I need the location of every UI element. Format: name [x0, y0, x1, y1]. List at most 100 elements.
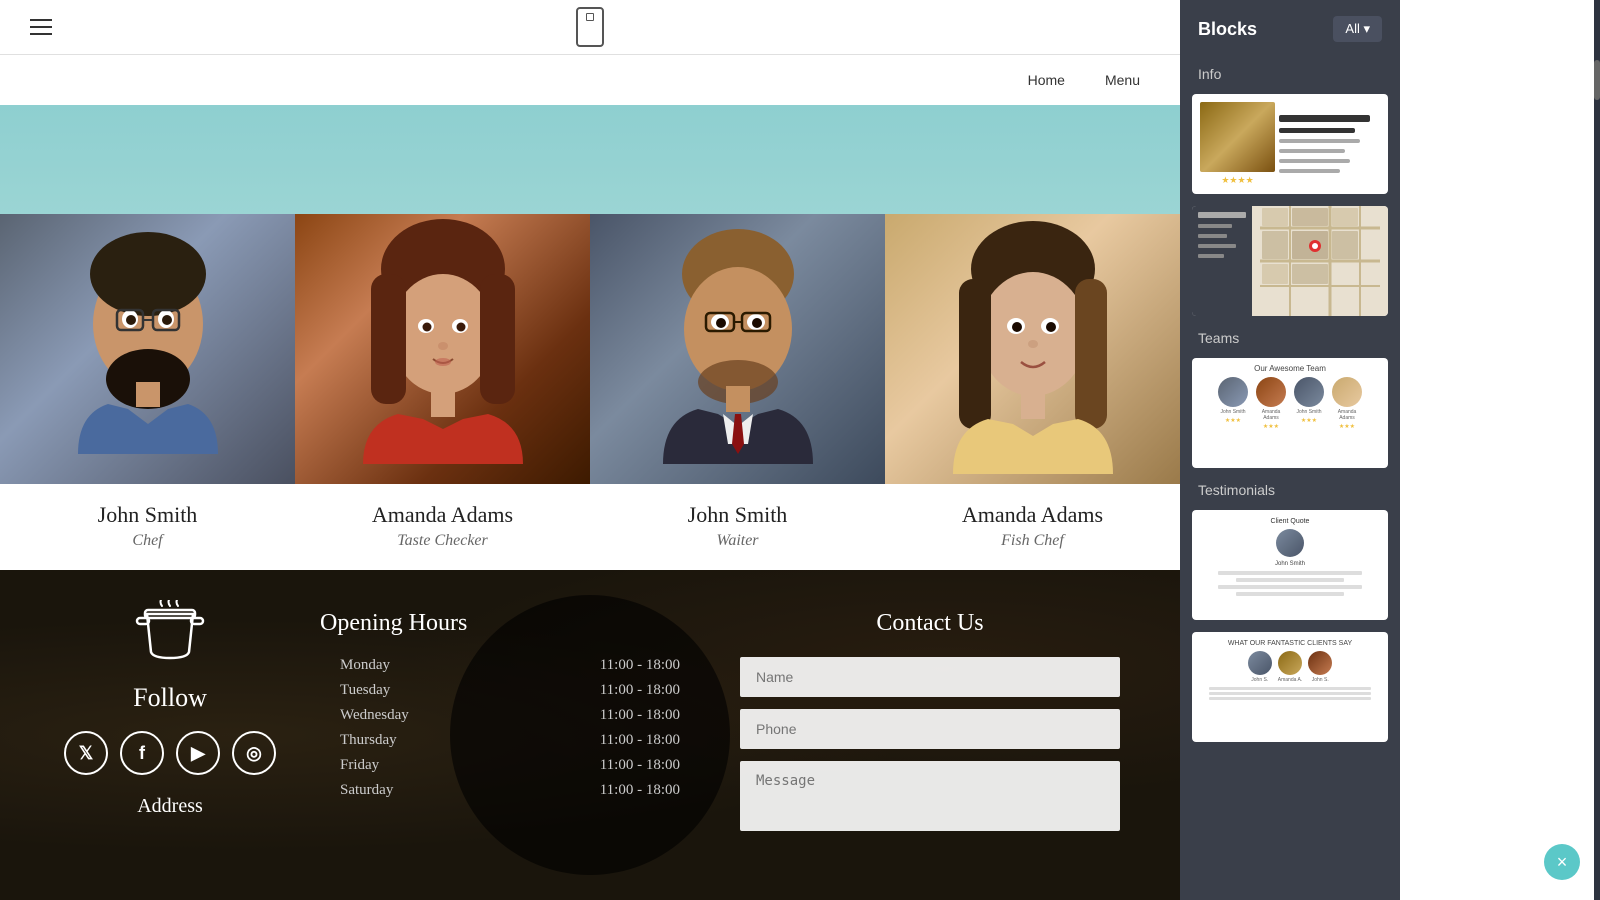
info-block-1-inner: ★★★★	[1192, 94, 1388, 194]
multi-av-circle-1	[1248, 651, 1272, 675]
multi-av-1: John S.	[1248, 651, 1272, 683]
av-circle-2	[1256, 377, 1286, 407]
testimonial-name: John Smith	[1275, 561, 1305, 567]
pot-icon-container	[135, 600, 205, 678]
time-tuesday: 11:00 - 18:00	[600, 682, 680, 699]
hours-row-thursday: Thursday 11:00 - 18:00	[320, 732, 700, 749]
av-circle-1	[1218, 377, 1248, 407]
map-svg	[1252, 206, 1388, 316]
hours-row-monday: Monday 11:00 - 18:00	[320, 657, 700, 674]
testimonial-lines	[1200, 571, 1380, 596]
section-label-testimonials: Testimonials	[1180, 474, 1400, 504]
card-name-amanda-taste: Amanda Adams	[305, 502, 580, 528]
nav-bar: Home Menu	[0, 55, 1180, 105]
multi-avatars-row: John S. Amanda A. John S.	[1200, 651, 1380, 683]
hours-row-saturday: Saturday 11:00 - 18:00	[320, 782, 700, 799]
multi-av-circle-2	[1278, 651, 1302, 675]
team-card-john-chef[interactable]: John Smith Chef	[0, 214, 295, 570]
sidebar-header: Blocks All ▾	[1180, 0, 1400, 58]
multi-lines	[1200, 687, 1380, 700]
mline-2	[1209, 692, 1371, 695]
footer-section: Follow 𝕏 f ▶ ◎ Address Opening Hours Mon…	[0, 570, 1180, 900]
block-info-restaurant[interactable]: ★★★★	[1192, 94, 1388, 194]
block-testimonials-single[interactable]: Client Quote John Smith	[1192, 510, 1388, 620]
block-testimonials-multi[interactable]: WHAT OUR FANTASTIC CLIENTS SAY John S. A…	[1192, 632, 1388, 742]
hours-row-friday: Friday 11:00 - 18:00	[320, 757, 700, 774]
av-circle-3	[1294, 377, 1324, 407]
day-friday: Friday	[340, 757, 379, 774]
contact-message-input[interactable]	[740, 761, 1120, 831]
main-content-area: Home Menu	[0, 0, 1180, 900]
team-av-3: John Smith ★★★	[1292, 377, 1326, 430]
day-monday: Monday	[340, 657, 390, 674]
youtube-icon[interactable]: ▶	[176, 731, 220, 775]
team-cards: John Smith Chef	[0, 105, 1180, 570]
follow-column: Follow 𝕏 f ▶ ◎ Address	[60, 600, 280, 880]
time-wednesday: 11:00 - 18:00	[600, 707, 680, 724]
contact-title: Contact Us	[740, 610, 1120, 637]
day-saturday: Saturday	[340, 782, 393, 799]
day-tuesday: Tuesday	[340, 682, 390, 699]
mline-3	[1209, 697, 1371, 700]
card-name-john-chef: John Smith	[10, 502, 285, 528]
team-card-amanda-fish[interactable]: Amanda Adams Fish Chef	[885, 214, 1180, 570]
info-block-2-inner	[1192, 206, 1388, 316]
all-blocks-button[interactable]: All ▾	[1333, 16, 1382, 42]
photo-bg-amanda-fish	[885, 214, 1180, 484]
team-photo-john-waiter	[590, 214, 885, 484]
facebook-icon[interactable]: f	[120, 731, 164, 775]
av-name-2: Amanda Adams	[1254, 409, 1288, 421]
teams-block-inner: Our Awesome Team John Smith ★★★ Amanda A…	[1192, 358, 1388, 436]
mline-1	[1209, 687, 1371, 690]
av-name-1: John Smith	[1220, 409, 1245, 415]
card-role-amanda-taste: Taste Checker	[305, 532, 580, 550]
tline-2	[1236, 578, 1344, 582]
sidebar-title: Blocks	[1198, 19, 1257, 40]
team-card-amanda-taste[interactable]: Amanda Adams Taste Checker	[295, 214, 590, 570]
av-stars-1: ★★★	[1225, 417, 1241, 424]
card-role-amanda-fish: Fish Chef	[895, 532, 1170, 550]
multi-test-title: WHAT OUR FANTASTIC CLIENTS SAY	[1200, 640, 1380, 647]
card-info-john-waiter: John Smith Waiter	[590, 484, 885, 570]
av-stars-4: ★★★	[1339, 423, 1355, 430]
photo-bg-amanda-taste	[295, 214, 590, 484]
card-name-amanda-fish: Amanda Adams	[895, 502, 1170, 528]
address-label: Address	[137, 795, 203, 818]
nav-home[interactable]: Home	[1028, 72, 1065, 88]
map-right-panel	[1252, 206, 1388, 316]
card-name-john-waiter: John Smith	[600, 502, 875, 528]
av-stars-2: ★★★	[1263, 423, 1279, 430]
card-info-john-chef: John Smith Chef	[0, 484, 295, 570]
tline-4	[1236, 592, 1344, 596]
av-circle-4	[1332, 377, 1362, 407]
time-saturday: 11:00 - 18:00	[600, 782, 680, 799]
hours-row-tuesday: Tuesday 11:00 - 18:00	[320, 682, 700, 699]
av-stars-3: ★★★	[1301, 417, 1317, 424]
info-text-area	[1279, 115, 1380, 173]
team-photo-john-chef	[0, 214, 295, 484]
nav-menu[interactable]: Menu	[1105, 72, 1140, 88]
instagram-icon[interactable]: ◎	[232, 731, 276, 775]
top-bar	[0, 0, 1180, 55]
contact-phone-input[interactable]	[740, 709, 1120, 749]
day-wednesday: Wednesday	[340, 707, 409, 724]
opening-hours-column: Opening Hours Monday 11:00 - 18:00 Tuesd…	[320, 600, 700, 880]
block-teams-preview[interactable]: Our Awesome Team John Smith ★★★ Amanda A…	[1192, 358, 1388, 468]
av-name-3: John Smith	[1296, 409, 1321, 415]
multi-av-name-3: John S.	[1312, 677, 1329, 683]
block-info-map[interactable]	[1192, 206, 1388, 316]
tline-3	[1218, 585, 1362, 589]
team-av-4: Amanda Adams ★★★	[1330, 377, 1364, 430]
portrait-svg-amanda-taste	[343, 214, 543, 484]
hours-row-wednesday: Wednesday 11:00 - 18:00	[320, 707, 700, 724]
contact-name-input[interactable]	[740, 657, 1120, 697]
mobile-device-icon[interactable]	[576, 7, 604, 47]
section-label-info: Info	[1180, 58, 1400, 88]
multi-av-2: Amanda A.	[1278, 651, 1302, 683]
av-name-4: Amanda Adams	[1330, 409, 1364, 421]
twitter-icon[interactable]: 𝕏	[64, 731, 108, 775]
team-card-john-waiter[interactable]: John Smith Waiter	[590, 214, 885, 570]
hamburger-menu[interactable]	[30, 19, 52, 35]
opening-hours-title: Opening Hours	[320, 610, 700, 637]
multi-av-circle-3	[1308, 651, 1332, 675]
